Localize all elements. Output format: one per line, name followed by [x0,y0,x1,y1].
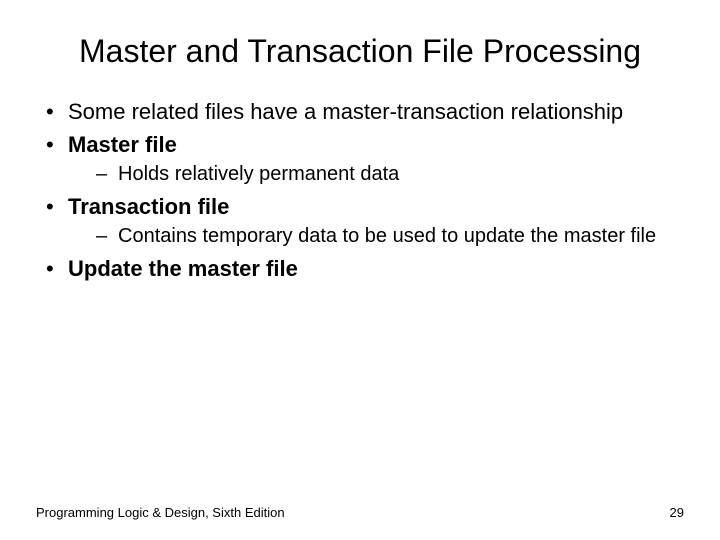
slide-number: 29 [670,505,684,520]
slide-footer: Programming Logic & Design, Sixth Editio… [36,505,684,520]
bullet-list: Some related files have a master-transac… [42,98,684,283]
slide: Master and Transaction File Processing S… [0,0,720,540]
bullet-text: Master file [68,132,177,157]
sub-bullet-list: Holds relatively permanent data [96,161,684,187]
slide-title: Master and Transaction File Processing [56,32,664,70]
bullet-text: Transaction file [68,194,229,219]
sub-bullet-text: Contains temporary data to be used to up… [118,225,656,247]
sub-bullet-list: Contains temporary data to be used to up… [96,223,684,249]
sub-bullet-item: Contains temporary data to be used to up… [96,223,684,249]
bullet-text: Update the master file [68,256,298,281]
bullet-item: Transaction file Contains temporary data… [42,193,684,249]
bullet-text: Some related files have a master-transac… [68,99,623,124]
footer-source: Programming Logic & Design, Sixth Editio… [36,505,285,520]
sub-bullet-text: Holds relatively permanent data [118,163,399,185]
bullet-item: Update the master file [42,255,684,283]
sub-bullet-item: Holds relatively permanent data [96,161,684,187]
bullet-item: Some related files have a master-transac… [42,98,684,126]
bullet-item: Master file Holds relatively permanent d… [42,131,684,187]
